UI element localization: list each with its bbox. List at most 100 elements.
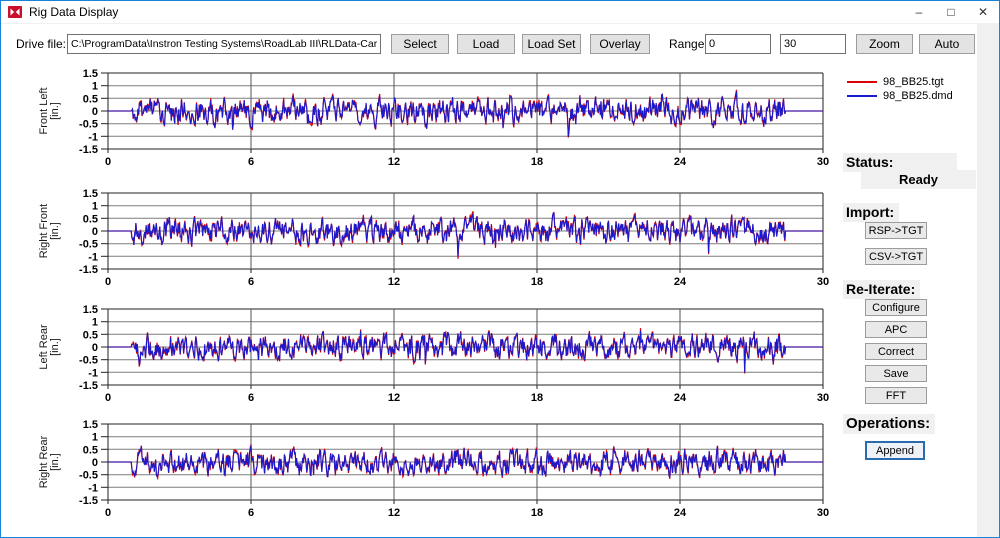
svg-text:0: 0 xyxy=(105,156,111,168)
svg-text:1: 1 xyxy=(92,432,98,444)
configure-button[interactable]: Configure xyxy=(865,299,927,316)
load-set-button[interactable]: Load Set xyxy=(522,34,581,54)
operations-buttons-group: Append xyxy=(865,441,925,460)
correct-button[interactable]: Correct xyxy=(865,343,927,360)
svg-text:-1.5: -1.5 xyxy=(79,144,98,156)
y-axis-title: Right Rear[in.] xyxy=(38,435,61,488)
drive-file-input[interactable] xyxy=(67,34,381,54)
range-from-input[interactable] xyxy=(705,34,771,54)
app-icon xyxy=(8,5,22,19)
window-controls: – □ ✕ xyxy=(903,1,999,23)
legend-swatch xyxy=(847,81,877,83)
svg-text:1.5: 1.5 xyxy=(83,419,98,431)
tick-labels: 1.510.50-0.5-1-1.50612182430 xyxy=(79,419,829,519)
svg-text:30: 30 xyxy=(817,507,829,519)
y-axis-title: Left Rear[in.] xyxy=(38,324,61,370)
svg-text:30: 30 xyxy=(817,156,829,168)
svg-text:[in.]: [in.] xyxy=(49,338,61,356)
svg-text:-1: -1 xyxy=(88,131,98,143)
svg-text:-1: -1 xyxy=(88,367,98,379)
svg-text:1: 1 xyxy=(92,317,98,329)
svg-text:24: 24 xyxy=(674,507,687,519)
rsp-tgt-button[interactable]: RSP->TGT xyxy=(865,222,927,239)
demand-series-line xyxy=(108,213,823,256)
svg-text:-0.5: -0.5 xyxy=(79,239,98,251)
series-lines xyxy=(108,328,823,373)
chart-right-front: 1.510.50-0.5-1-1.50612182430Right Front[… xyxy=(33,185,833,291)
legend-label: 98_BB25.dmd xyxy=(883,90,953,102)
chart-front-left: 1.510.50-0.5-1-1.50612182430Front Left[i… xyxy=(33,65,833,171)
svg-text:-1.5: -1.5 xyxy=(79,380,98,392)
svg-text:-0.5: -0.5 xyxy=(79,119,98,131)
svg-text:[in.]: [in.] xyxy=(49,453,61,471)
svg-text:1: 1 xyxy=(92,201,98,213)
svg-text:0.5: 0.5 xyxy=(83,329,98,341)
svg-text:18: 18 xyxy=(531,156,543,168)
tick-marks xyxy=(101,73,823,153)
svg-text:0: 0 xyxy=(105,276,111,288)
fft-button[interactable]: FFT xyxy=(865,387,927,404)
auto-button[interactable]: Auto xyxy=(919,34,975,54)
window-title: Rig Data Display xyxy=(29,5,903,19)
save-button[interactable]: Save xyxy=(865,365,927,382)
import-buttons-group: RSP->TGT CSV->TGT xyxy=(865,222,927,265)
chart-legend: 98_BB25.tgt 98_BB25.dmd xyxy=(847,75,953,103)
series-lines xyxy=(108,90,823,138)
svg-text:0.5: 0.5 xyxy=(83,213,98,225)
legend-label: 98_BB25.tgt xyxy=(883,76,944,88)
svg-text:0: 0 xyxy=(92,106,98,118)
svg-text:1.5: 1.5 xyxy=(83,304,98,316)
svg-text:6: 6 xyxy=(248,507,254,519)
append-button[interactable]: Append xyxy=(865,441,925,460)
svg-text:1.5: 1.5 xyxy=(83,68,98,80)
minimize-button[interactable]: – xyxy=(903,1,935,23)
svg-text:6: 6 xyxy=(248,156,254,168)
select-button[interactable]: Select xyxy=(391,34,449,54)
svg-text:12: 12 xyxy=(388,507,400,519)
svg-text:24: 24 xyxy=(674,156,687,168)
svg-text:0: 0 xyxy=(92,342,98,354)
svg-text:30: 30 xyxy=(817,276,829,288)
svg-text:18: 18 xyxy=(531,507,543,519)
range-label: Range: xyxy=(669,37,708,51)
zoom-button[interactable]: Zoom xyxy=(856,34,913,54)
svg-text:0: 0 xyxy=(92,226,98,238)
chart-right-rear: 1.510.50-0.5-1-1.50612182430Right Rear[i… xyxy=(33,416,833,522)
chart-left-rear: 1.510.50-0.5-1-1.50612182430Left Rear[in… xyxy=(33,301,833,407)
demand-series-line xyxy=(108,331,823,373)
close-button[interactable]: ✕ xyxy=(967,1,999,23)
svg-text:[in.]: [in.] xyxy=(49,222,61,240)
svg-text:1: 1 xyxy=(92,81,98,93)
svg-text:-1.5: -1.5 xyxy=(79,264,98,276)
range-to-input[interactable] xyxy=(780,34,846,54)
svg-text:30: 30 xyxy=(817,392,829,404)
svg-text:-1: -1 xyxy=(88,482,98,494)
load-button[interactable]: Load xyxy=(457,34,515,54)
svg-text:12: 12 xyxy=(388,392,400,404)
form-background-strip xyxy=(977,23,1000,538)
svg-text:6: 6 xyxy=(248,276,254,288)
title-bar[interactable]: Rig Data Display – □ ✕ xyxy=(1,1,999,24)
csv-tgt-button[interactable]: CSV->TGT xyxy=(865,248,927,265)
svg-text:[in.]: [in.] xyxy=(49,102,61,120)
status-value: Ready xyxy=(861,170,976,189)
legend-entry: 98_BB25.tgt xyxy=(847,75,953,89)
maximize-button[interactable]: □ xyxy=(935,1,967,23)
import-label: Import: xyxy=(843,203,899,222)
app-window: Rig Data Display – □ ✕ Drive file: Selec… xyxy=(0,0,1000,538)
drive-file-label: Drive file: xyxy=(16,37,66,51)
svg-text:0: 0 xyxy=(92,457,98,469)
svg-text:24: 24 xyxy=(674,392,687,404)
apc-button[interactable]: APC xyxy=(865,321,927,338)
svg-text:-1.5: -1.5 xyxy=(79,495,98,507)
reiterate-label: Re-Iterate: xyxy=(843,280,920,299)
svg-text:6: 6 xyxy=(248,392,254,404)
svg-text:0.5: 0.5 xyxy=(83,444,98,456)
y-axis-title: Right Front[in.] xyxy=(38,204,61,258)
legend-entry: 98_BB25.dmd xyxy=(847,89,953,103)
overlay-button[interactable]: Overlay xyxy=(590,34,650,54)
reiterate-buttons-group: Configure APC Correct Save FFT xyxy=(865,299,927,404)
svg-text:-0.5: -0.5 xyxy=(79,470,98,482)
svg-text:24: 24 xyxy=(674,276,687,288)
svg-text:12: 12 xyxy=(388,156,400,168)
